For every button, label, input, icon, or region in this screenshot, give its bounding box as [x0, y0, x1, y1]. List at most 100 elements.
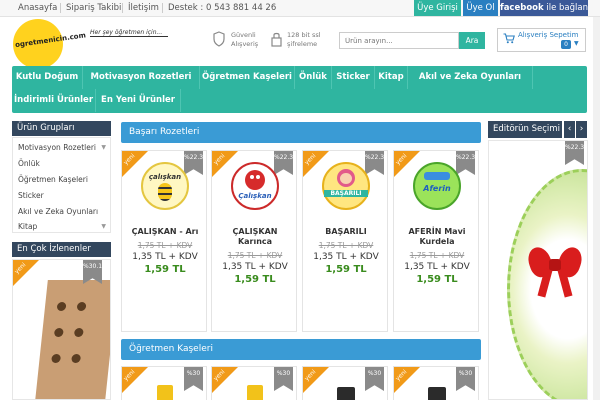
old-price: 1,75 TL + KDV: [227, 251, 283, 260]
product-card[interactable]: yeni %22.3 Çalışkan ÇALIŞKAN Karınca 1,7…: [211, 150, 297, 332]
price-excl-vat: 1,35 TL + KDV: [222, 262, 288, 272]
category-item[interactable]: Öğretmen Kaşeleri: [18, 175, 88, 184]
top-link-contact[interactable]: İletişim: [128, 3, 159, 13]
nav-en-yeni-urunler[interactable]: En Yeni Ürünler: [96, 89, 181, 112]
product-card[interactable]: yeni %30: [302, 366, 388, 400]
badge-text: Çalışkan: [238, 192, 272, 200]
shield-icon: [213, 31, 225, 47]
product-card[interactable]: yeni %30: [211, 366, 297, 400]
discount-label: %22.3: [565, 144, 585, 151]
stamp-image: [157, 385, 173, 400]
stamp-image: [337, 387, 355, 400]
price-excl-vat: 1,35 TL + KDV: [313, 252, 379, 262]
discount-label: %22.3: [274, 154, 294, 161]
editors-choice-product[interactable]: %22.3: [488, 140, 588, 400]
site-logo[interactable]: ogretmenicin.com: [13, 19, 87, 69]
most-viewed-product[interactable]: yeni %30.1: [12, 259, 111, 400]
price-excl-vat: 1,35 TL + KDV: [132, 252, 198, 262]
site-tagline: Her şey öğretmen için...: [90, 29, 163, 36]
search-input[interactable]: [339, 32, 459, 49]
editors-next-arrow[interactable]: ›: [576, 121, 587, 138]
top-link-home[interactable]: Anasayfa: [18, 3, 57, 13]
product-name[interactable]: BAŞARILI: [303, 227, 387, 236]
discount-label: %30: [186, 370, 201, 377]
product-name[interactable]: ÇALIŞKAN: [212, 227, 296, 236]
product-name-line-2[interactable]: Karınca: [212, 237, 296, 246]
discount-label: %30.1: [83, 263, 103, 270]
stamp-image: [247, 385, 263, 400]
nav-onluk[interactable]: Önlük: [295, 66, 332, 89]
nav-ogretmen-kaseleri[interactable]: Öğretmen Kaşeleri: [200, 66, 295, 89]
editors-prev-arrow[interactable]: ‹: [564, 121, 575, 138]
facebook-connect-button[interactable]: facebook ile bağlan: [500, 0, 588, 16]
secure-line-2: Alışveriş: [231, 40, 259, 48]
final-price: 1,59 TL: [144, 264, 186, 275]
category-list: Motivasyon Rozetleri ▼ Önlük Öğretmen Ka…: [12, 137, 111, 233]
category-item[interactable]: Sticker: [18, 191, 44, 200]
lock-icon: [271, 32, 282, 47]
category-item[interactable]: Motivasyon Rozetleri: [18, 143, 96, 152]
stamp-image: [428, 387, 446, 400]
product-name[interactable]: ÇALIŞKAN - Arı: [122, 227, 206, 236]
category-item[interactable]: Önlük: [18, 159, 40, 168]
shopping-cart[interactable]: Alışveriş Sepetim 0 ▼: [497, 28, 586, 52]
login-button[interactable]: Üye Girişi: [414, 0, 461, 16]
product-image: çalışkan: [141, 162, 189, 210]
product-groups-title: Ürün Grupları: [12, 121, 111, 136]
discount-label: %22.3: [365, 154, 385, 161]
product-image: [34, 280, 110, 399]
product-image: Çalışkan: [231, 162, 279, 210]
badge-text: çalışkan: [148, 173, 182, 181]
final-price: 1,59 TL: [234, 274, 276, 285]
product-name[interactable]: AFERİN Mavi: [394, 227, 478, 236]
discount-label: %30: [276, 370, 291, 377]
product-card[interactable]: yeni %22.3 BAŞARILI BAŞARILI 1,75 TL + K…: [302, 150, 388, 332]
badge-text: Aferin: [423, 184, 451, 193]
facebook-connect-label: ile bağlan: [546, 3, 588, 13]
editors-choice-title: Editörün Seçimi: [488, 121, 562, 138]
search-button[interactable]: Ara: [459, 32, 485, 49]
discount-label: %30: [367, 370, 382, 377]
nav-akil-zeka-oyunlari[interactable]: Akıl ve Zeka Oyunları: [408, 66, 533, 89]
final-price: 1,59 TL: [416, 274, 458, 285]
old-price: 1,75 TL + KDV: [137, 241, 193, 250]
top-separator: [60, 3, 61, 13]
old-price: 1,75 TL + KDV: [318, 241, 374, 250]
product-card[interactable]: yeni %30: [121, 366, 207, 400]
main-navigation: Kutlu Doğum Motivasyon Rozetleri Öğretme…: [12, 66, 587, 113]
chevron-down-icon[interactable]: ▼: [101, 144, 106, 151]
product-name-line-2[interactable]: Kurdela: [394, 237, 478, 246]
category-item[interactable]: Akıl ve Zeka Oyunları: [18, 207, 98, 216]
product-image: BAŞARILI: [322, 162, 370, 210]
old-price: 1,75 TL + KDV: [409, 251, 465, 260]
nav-indirimli-urunler[interactable]: İndirimli Ürünler: [12, 89, 96, 112]
chevron-down-icon: ▼: [574, 40, 579, 47]
nav-motivasyon-rozetleri[interactable]: Motivasyon Rozetleri: [83, 66, 200, 89]
chevron-down-icon[interactable]: ▼: [101, 223, 106, 230]
facebook-brand: facebook: [500, 3, 544, 13]
top-link-support[interactable]: Destek : 0 543 881 44 26: [168, 3, 276, 13]
top-bar: Anasayfa Sipariş Takibi İletişim Destek …: [0, 0, 600, 17]
secure-line-1: Güvenli: [231, 31, 256, 39]
page-scrollbar[interactable]: [593, 17, 600, 400]
bee-figure: [158, 183, 172, 201]
discount-label: %22.3: [184, 154, 204, 161]
product-image: Aferin: [413, 162, 461, 210]
product-card[interactable]: yeni %30: [393, 366, 479, 400]
discount-label: %30: [458, 370, 473, 377]
top-separator: [122, 3, 123, 13]
nav-kutlu-dogum[interactable]: Kutlu Doğum: [12, 66, 83, 89]
top-link-order-tracking[interactable]: Sipariş Takibi: [66, 3, 121, 13]
nav-kitap[interactable]: Kitap: [375, 66, 408, 89]
discount-label: %22.3: [456, 154, 476, 161]
cart-icon: [503, 33, 515, 44]
product-card[interactable]: yeni %22.3 Aferin AFERİN Mavi Kurdela 1,…: [393, 150, 479, 332]
logo-text: ogretmenicin.com: [14, 31, 87, 50]
register-button[interactable]: Üye Ol: [463, 0, 498, 16]
ssl-line-1: 128 bit ssl: [287, 31, 321, 39]
category-item[interactable]: Kitap: [18, 222, 37, 231]
section-title-basari-rozetleri: Başarı Rozetleri: [121, 122, 481, 143]
product-card[interactable]: yeni %22.3 çalışkan ÇALIŞKAN - Arı 1,75 …: [121, 150, 207, 332]
nav-sticker[interactable]: Sticker: [332, 66, 375, 89]
ant-figure: [245, 170, 265, 190]
